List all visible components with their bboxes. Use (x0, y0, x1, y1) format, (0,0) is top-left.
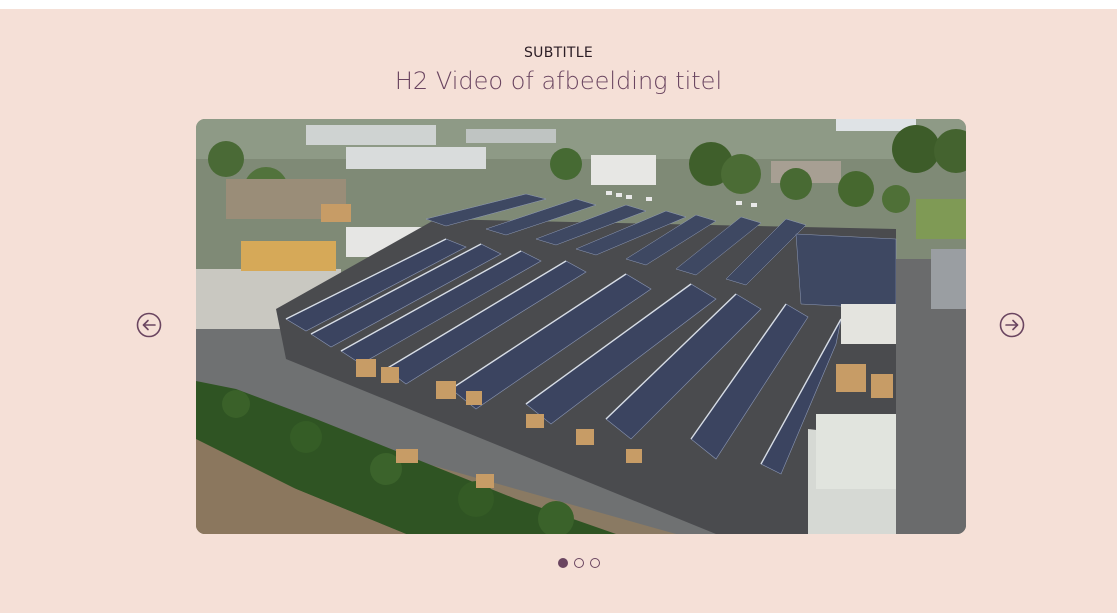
carousel-slide-image (196, 119, 966, 534)
carousel-dot-2[interactable] (574, 558, 584, 568)
arrow-right-circle-icon (999, 312, 1025, 338)
carousel-dot-3[interactable] (590, 558, 600, 568)
section-title: H2 Video of afbeelding titel (394, 67, 723, 95)
carousel-prev-button[interactable] (136, 312, 162, 338)
section-subtitle: SUBTITLE (523, 45, 594, 61)
carousel-pagination (558, 558, 600, 570)
carousel-dot-1[interactable] (558, 558, 568, 568)
arrow-left-circle-icon (136, 312, 162, 338)
carousel-next-button[interactable] (999, 312, 1025, 338)
